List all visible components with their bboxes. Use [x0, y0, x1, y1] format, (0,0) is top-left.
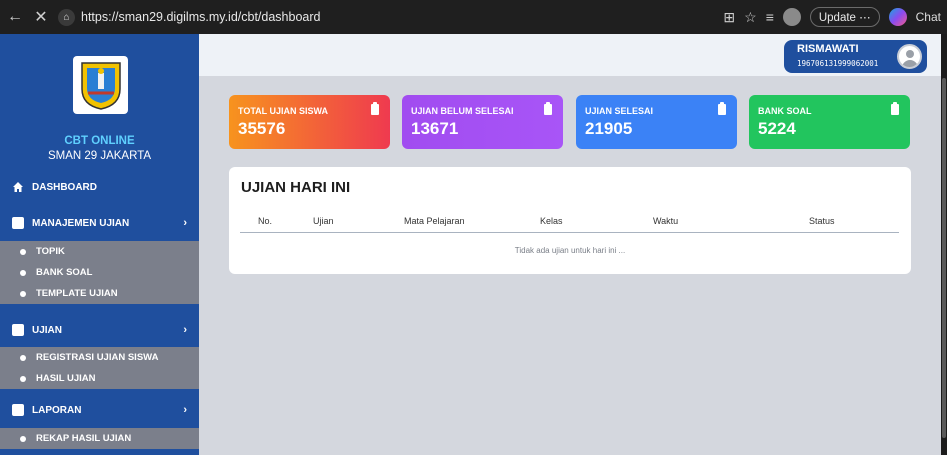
sidebar-item-dashboard[interactable]: DASHBOARD [0, 174, 199, 200]
submenu-item-rekap-hasil-ujian[interactable]: REKAP HASIL UJIAN [0, 428, 199, 449]
card-value: 21905 [585, 119, 633, 138]
submenu-item-label: BANK SOAL [36, 267, 93, 278]
brand-title: CBT ONLINE [64, 135, 135, 147]
user-name: RISMAWATI [797, 43, 859, 55]
favorites-list-icon[interactable]: ≡ [766, 9, 774, 25]
clipboard-icon [718, 102, 726, 115]
column-header-kelas: Kelas [540, 216, 563, 226]
card-value: 35576 [238, 119, 286, 138]
ujian-hari-ini-panel: UJIAN HARI INI No. Ujian Mata Pelajaran … [229, 167, 911, 274]
bullet-icon [20, 290, 26, 297]
page-scrollbar[interactable] [941, 34, 947, 455]
empty-table-message: Tidak ada ujian untuk hari ini ... [514, 246, 626, 255]
chevron-right-icon: › [183, 404, 187, 416]
column-header-mata-pelajaran: Mata Pelajaran [404, 216, 465, 226]
book-icon [12, 404, 24, 416]
submenu-item-label: REGISTRASI UJIAN SISWA [36, 352, 159, 363]
clipboard-icon [371, 102, 379, 115]
bullet-icon [20, 375, 26, 382]
card-title: UJIAN BELUM SELESAI [411, 106, 514, 116]
card-title: UJIAN SELESAI [585, 106, 654, 116]
column-header-waktu: Waktu [653, 216, 679, 226]
submenu-item-bank-soal[interactable]: BANK SOAL [0, 262, 199, 283]
url-text: https://sman29.digilms.my.id/cbt/dashboa… [81, 10, 321, 24]
split-screen-icon[interactable]: ⊞ [723, 9, 735, 26]
sidebar: CBT ONLINE SMAN 29 JAKARTA DASHBOARD MAN… [0, 34, 199, 455]
avatar-icon [897, 44, 922, 69]
submenu-item-label: TEMPLATE UJIAN [36, 288, 118, 299]
sidebar-item-ujian[interactable]: UJIAN › [0, 317, 199, 343]
submenu-item-template-ujian[interactable]: TEMPLATE UJIAN [0, 283, 199, 304]
close-icon[interactable]: ✕ [30, 6, 52, 28]
chevron-right-icon: › [183, 217, 187, 229]
favorite-star-icon[interactable]: ☆ [744, 9, 757, 26]
stat-card-total-ujian-siswa: TOTAL UJIAN SISWA 35576 [229, 95, 390, 149]
submenu-ujian: REGISTRASI UJIAN SISWA HASIL UJIAN [0, 347, 199, 389]
user-menu[interactable]: RISMAWATI 196706131999062001 [784, 40, 927, 73]
panel-title: UJIAN HARI INI [241, 179, 351, 196]
brand-subtitle: SMAN 29 JAKARTA [47, 150, 152, 162]
browser-toolbar: ← ✕ ⌂ https://sman29.digilms.my.id/cbt/d… [0, 0, 947, 34]
update-button[interactable]: Update ⋯ [809, 7, 880, 27]
chevron-right-icon: › [183, 324, 187, 336]
submenu-item-hasil-ujian[interactable]: HASIL UJIAN [0, 368, 199, 389]
jakarta-emblem-icon [80, 62, 121, 110]
stat-card-ujian-selesai: UJIAN SELESAI 21905 [576, 95, 737, 149]
bullet-icon [20, 435, 26, 442]
card-value: 13671 [411, 119, 459, 138]
profile-avatar-icon[interactable] [782, 8, 801, 26]
card-value: 5224 [758, 119, 796, 138]
clipboard-icon [891, 102, 899, 115]
book-icon [12, 324, 24, 336]
sidebar-item-manajemen-ujian[interactable]: MANAJEMEN UJIAN › [0, 210, 199, 236]
bullet-icon [20, 269, 26, 276]
submenu-manajemen-ujian: TOPIK BANK SOAL TEMPLATE UJIAN [0, 241, 199, 304]
stat-card-bank-soal: BANK SOAL 5224 [749, 95, 910, 149]
site-info-icon[interactable]: ⌂ [58, 8, 75, 26]
home-icon [12, 181, 24, 193]
column-header-no: No. [258, 216, 273, 226]
top-header: RISMAWATI 196706131999062001 [199, 34, 941, 76]
back-arrow-icon[interactable]: ← [4, 6, 26, 28]
address-bar[interactable]: ⌂ https://sman29.digilms.my.id/cbt/dashb… [58, 6, 320, 28]
user-id: 196706131999062001 [797, 59, 879, 68]
scrollbar-thumb[interactable] [942, 78, 946, 438]
column-header-status: Status [809, 216, 835, 226]
stat-card-ujian-belum-selesai: UJIAN BELUM SELESAI 13671 [402, 95, 563, 149]
sidebar-item-label: DASHBOARD [32, 181, 97, 193]
bullet-icon [20, 354, 26, 361]
card-title: BANK SOAL [758, 106, 812, 116]
card-title: TOTAL UJIAN SISWA [238, 106, 329, 116]
sidebar-item-label: LAPORAN [32, 404, 82, 416]
column-header-ujian: Ujian [313, 216, 334, 226]
book-icon [12, 217, 24, 229]
school-logo [73, 56, 128, 114]
sidebar-item-label: UJIAN [32, 324, 63, 336]
submenu-item-label: REKAP HASIL UJIAN [36, 433, 132, 444]
table-header-divider [240, 232, 899, 233]
bullet-icon [20, 248, 26, 255]
clipboard-icon [544, 102, 552, 115]
submenu-item-label: TOPIK [36, 246, 65, 257]
sidebar-item-laporan[interactable]: LAPORAN › [0, 397, 199, 423]
copilot-icon[interactable] [888, 8, 907, 26]
submenu-item-label: HASIL UJIAN [36, 373, 96, 384]
submenu-laporan: REKAP HASIL UJIAN [0, 428, 199, 449]
submenu-item-registrasi-ujian-siswa[interactable]: REGISTRASI UJIAN SISWA [0, 347, 199, 368]
browser-actions: ⊞ ☆ ≡ Update ⋯ Chat [723, 7, 947, 27]
chat-label[interactable]: Chat [916, 10, 941, 24]
submenu-item-topik[interactable]: TOPIK [0, 241, 199, 262]
sidebar-item-label: MANAJEMEN UJIAN [32, 217, 130, 229]
